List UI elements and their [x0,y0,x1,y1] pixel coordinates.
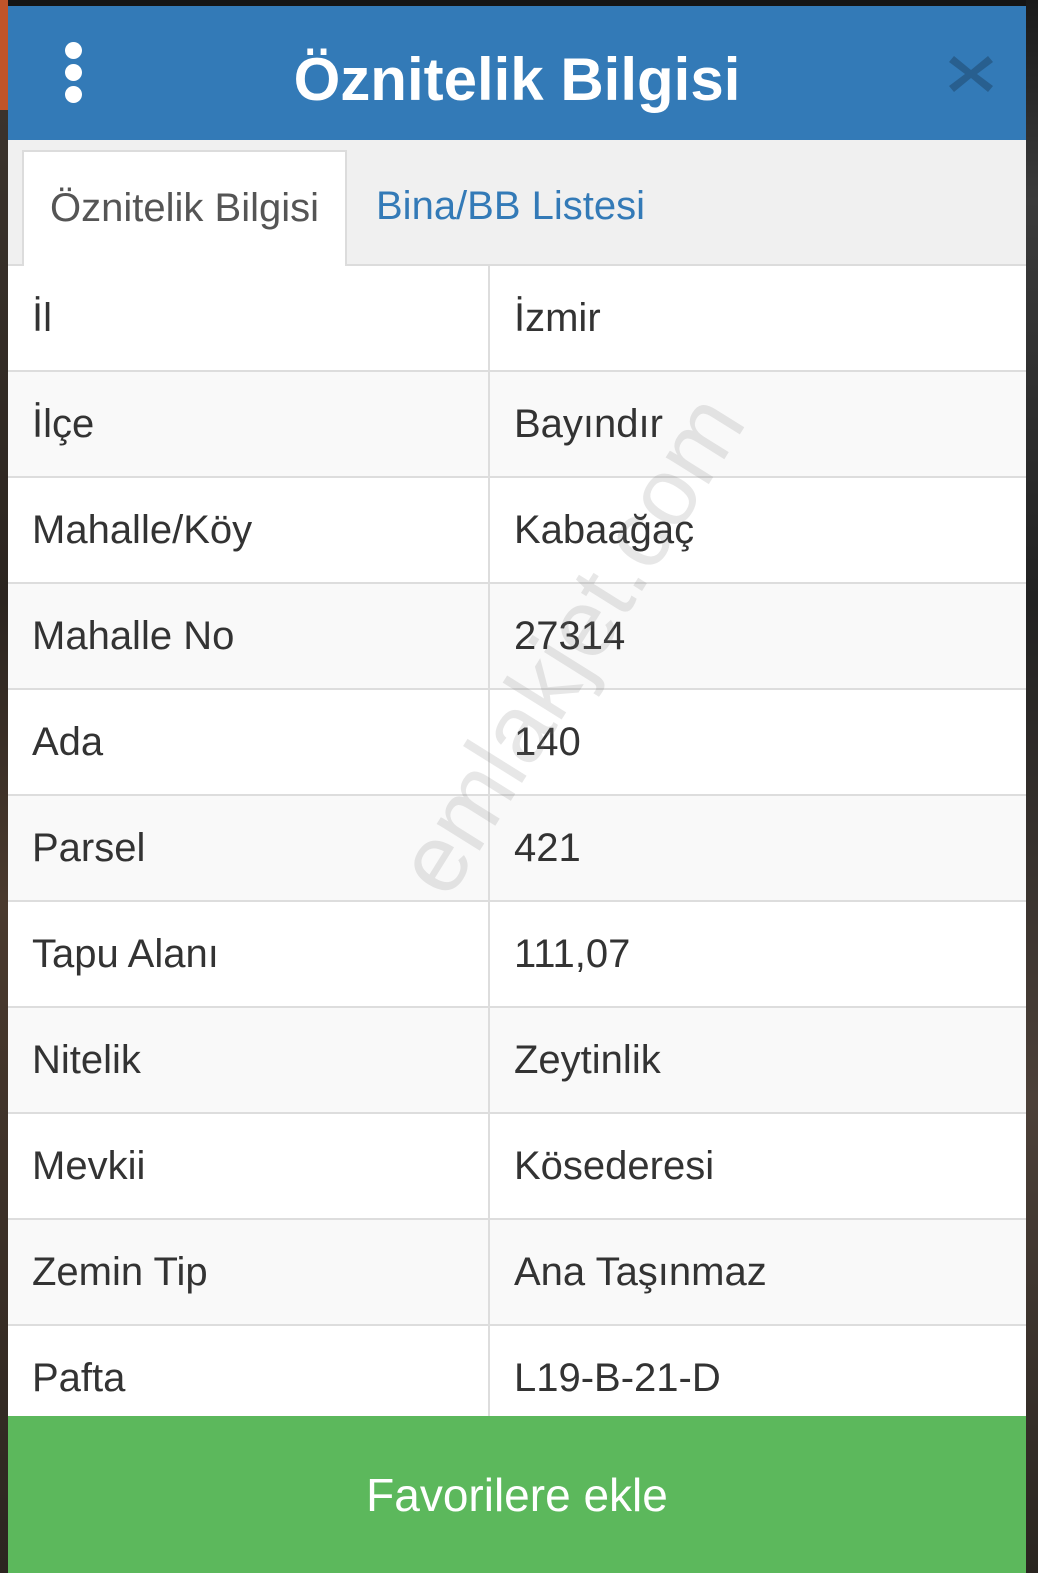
row-label: Ada [8,690,490,794]
row-label: Mevkii [8,1114,490,1218]
attribute-info-dialog: Öznitelik Bilgisi Öznitelik Bilgisi Bina… [8,6,1026,1573]
row-label: Pafta [8,1326,490,1430]
row-label: Nitelik [8,1008,490,1112]
table-row: Nitelik Zeytinlik [8,1008,1026,1114]
tab-attribute-info[interactable]: Öznitelik Bilgisi [22,150,347,268]
row-label: İl [8,266,490,370]
attribute-table: İl İzmir İlçe Bayındır Mahalle/Köy Kabaa… [8,266,1026,1430]
table-row: Tapu Alanı 111,07 [8,902,1026,1008]
add-to-favorites-button[interactable]: Favorilere ekle [8,1416,1026,1573]
row-value: L19-B-21-D [514,1356,721,1400]
row-value: 111,07 [514,932,631,976]
table-row: Zemin Tip Ana Taşınmaz [8,1220,1026,1326]
row-value: Bayındır [514,402,663,446]
tab-building-list[interactable]: Bina/BB Listesi [376,150,645,268]
dialog-title: Öznitelik Bilgisi [293,46,741,113]
table-row: İlçe Bayındır [8,372,1026,478]
table-row: Pafta L19-B-21-D [8,1326,1026,1430]
row-label: Mahalle/Köy [8,478,490,582]
row-value: Ana Taşınmaz [514,1250,767,1294]
table-row: Mahalle No 27314 [8,584,1026,690]
tab-bar: Öznitelik Bilgisi Bina/BB Listesi [8,140,1026,268]
table-row: İl İzmir [8,266,1026,372]
row-value: Kabaağaç [514,508,695,552]
close-x-icon [949,56,993,92]
row-value: 140 [514,720,581,764]
table-row: Ada 140 [8,690,1026,796]
table-row: Parsel 421 [8,796,1026,902]
row-label: İlçe [8,372,490,476]
row-value: Zeytinlik [514,1038,661,1082]
row-label: Zemin Tip [8,1220,490,1324]
close-button[interactable] [946,50,996,98]
table-row: Mahalle/Köy Kabaağaç [8,478,1026,584]
row-label: Parsel [8,796,490,900]
row-label: Mahalle No [8,584,490,688]
dialog-header: Öznitelik Bilgisi [8,6,1026,140]
row-value: Kösederesi [514,1144,715,1188]
table-row: Mevkii Kösederesi [8,1114,1026,1220]
row-value: 27314 [514,614,626,658]
row-value: 421 [514,826,581,870]
row-label: Tapu Alanı [8,902,490,1006]
row-value: İzmir [514,296,601,340]
background-left-edge [0,0,8,1573]
background-right-edge [1026,0,1038,1573]
